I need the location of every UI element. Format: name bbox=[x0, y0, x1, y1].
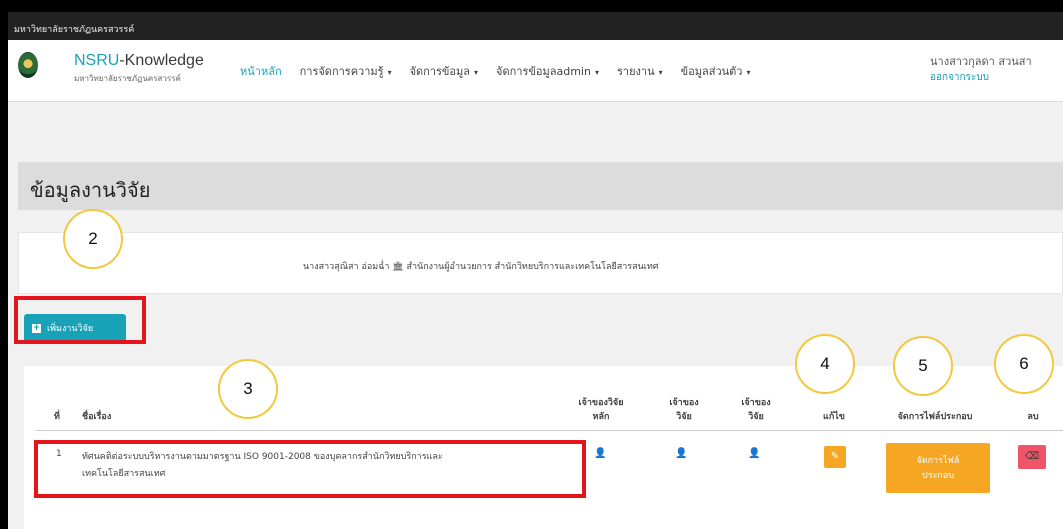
nav-knowledge-label: การจัดการความรู้ bbox=[299, 65, 384, 78]
delete-button[interactable]: ⌫ bbox=[1018, 445, 1046, 469]
col-header-delete: ลบ bbox=[1027, 412, 1039, 422]
researcher-info-panel: นางสาวสุณิสา อ่อมฉ่ำ 🏛 สำนักงานผู้อำนวยก… bbox=[18, 232, 1063, 294]
researcher-info-text: นางสาวสุณิสา อ่อมฉ่ำ 🏛 สำนักงานผู้อำนวยก… bbox=[303, 262, 659, 272]
callout-6: 6 bbox=[994, 334, 1054, 394]
col-header-owner-main: เจ้าของวิจัย หลัก bbox=[578, 398, 624, 422]
user-icon: 👤 bbox=[594, 448, 607, 459]
page-title: ข้อมูลงานวิจัย bbox=[30, 178, 151, 202]
nav-profile-label: ข้อมูลส่วนตัว bbox=[680, 65, 743, 78]
callout-2: 2 bbox=[63, 209, 123, 269]
brand-suffix: -Knowledge bbox=[119, 52, 204, 69]
eraser-icon: ⌫ bbox=[1024, 451, 1040, 462]
col-header-title: ชื่อเรื่อง bbox=[82, 412, 112, 422]
caret-down-icon: ▾ bbox=[594, 68, 599, 77]
highlight-add-button bbox=[14, 296, 146, 344]
callout-3: 3 bbox=[218, 359, 278, 419]
user-icon: 👤 bbox=[675, 448, 688, 459]
manage-files-button[interactable]: จัดการไฟล์ ประกอบ bbox=[886, 443, 990, 493]
nav-knowledge-management[interactable]: การจัดการความรู้ ▾ bbox=[300, 62, 392, 80]
manage-files-label-1: จัดการไฟล์ bbox=[916, 456, 960, 466]
nav-home[interactable]: หน้าหลัก bbox=[240, 62, 282, 80]
nav-data-management[interactable]: จัดการข้อมูล ▾ bbox=[410, 62, 478, 80]
nav-admin-label: จัดการข้อมูลadmin bbox=[496, 65, 591, 78]
col-header-owner-3: เจ้าของ วิจัย bbox=[741, 398, 771, 422]
edit-button[interactable]: ✎ bbox=[824, 446, 846, 468]
nav-profile[interactable]: ข้อมูลส่วนตัว ▾ bbox=[681, 62, 751, 80]
col-header-edit: แก้ไข bbox=[823, 412, 845, 422]
brand-subtitle: มหาวิทยาลัยราชภัฏนครสวรรค์ bbox=[74, 74, 181, 83]
edit-icon: ✎ bbox=[830, 451, 840, 462]
brand-prefix: NSRU bbox=[74, 52, 120, 69]
user-icon: 👤 bbox=[748, 448, 761, 459]
user-name[interactable]: นางสาวกุลดา สวนสา bbox=[930, 52, 1032, 70]
university-topbar: มหาวิทยาลัยราชภัฏนครสวรรค์ bbox=[8, 12, 1063, 40]
university-logo-icon[interactable] bbox=[18, 52, 38, 78]
nav-home-label: หน้าหลัก bbox=[240, 65, 282, 78]
col-header-files: จัดการไฟล์ประกอบ bbox=[897, 412, 973, 422]
nav-reports-label: รายงาน bbox=[616, 65, 655, 78]
caret-down-icon: ▾ bbox=[746, 68, 751, 77]
callout-5: 5 bbox=[893, 336, 953, 396]
brand-title[interactable]: NSRU-Knowledge bbox=[74, 52, 204, 70]
caret-down-icon: ▾ bbox=[658, 68, 663, 77]
highlight-research-title bbox=[34, 440, 586, 498]
col-header-no: ที่ bbox=[54, 412, 60, 422]
nav-reports[interactable]: รายงาน ▾ bbox=[617, 62, 663, 80]
header-divider bbox=[36, 430, 1063, 431]
page-title-bar: ข้อมูลงานวิจัย bbox=[18, 162, 1063, 210]
browser-viewport: มหาวิทยาลัยราชภัฏนครสวรรค์ NSRU-Knowledg… bbox=[8, 12, 1063, 529]
caret-down-icon: ▾ bbox=[387, 68, 392, 77]
callout-4: 4 bbox=[795, 334, 855, 394]
logout-link[interactable]: ออกจากระบบ bbox=[930, 70, 989, 85]
caret-down-icon: ▾ bbox=[474, 68, 479, 77]
nav-data-label: จัดการข้อมูล bbox=[409, 65, 471, 78]
nav-admin-data[interactable]: จัดการข้อมูลadmin ▾ bbox=[496, 62, 599, 80]
navbar: NSRU-Knowledge มหาวิทยาลัยราชภัฏนครสวรรค… bbox=[8, 40, 1063, 102]
nav-menu: หน้าหลัก การจัดการความรู้ ▾ จัดการข้อมูล ▾… bbox=[240, 62, 768, 80]
manage-files-label-2: ประกอบ bbox=[922, 471, 954, 481]
col-header-owner-2: เจ้าของ วิจัย bbox=[669, 398, 699, 422]
